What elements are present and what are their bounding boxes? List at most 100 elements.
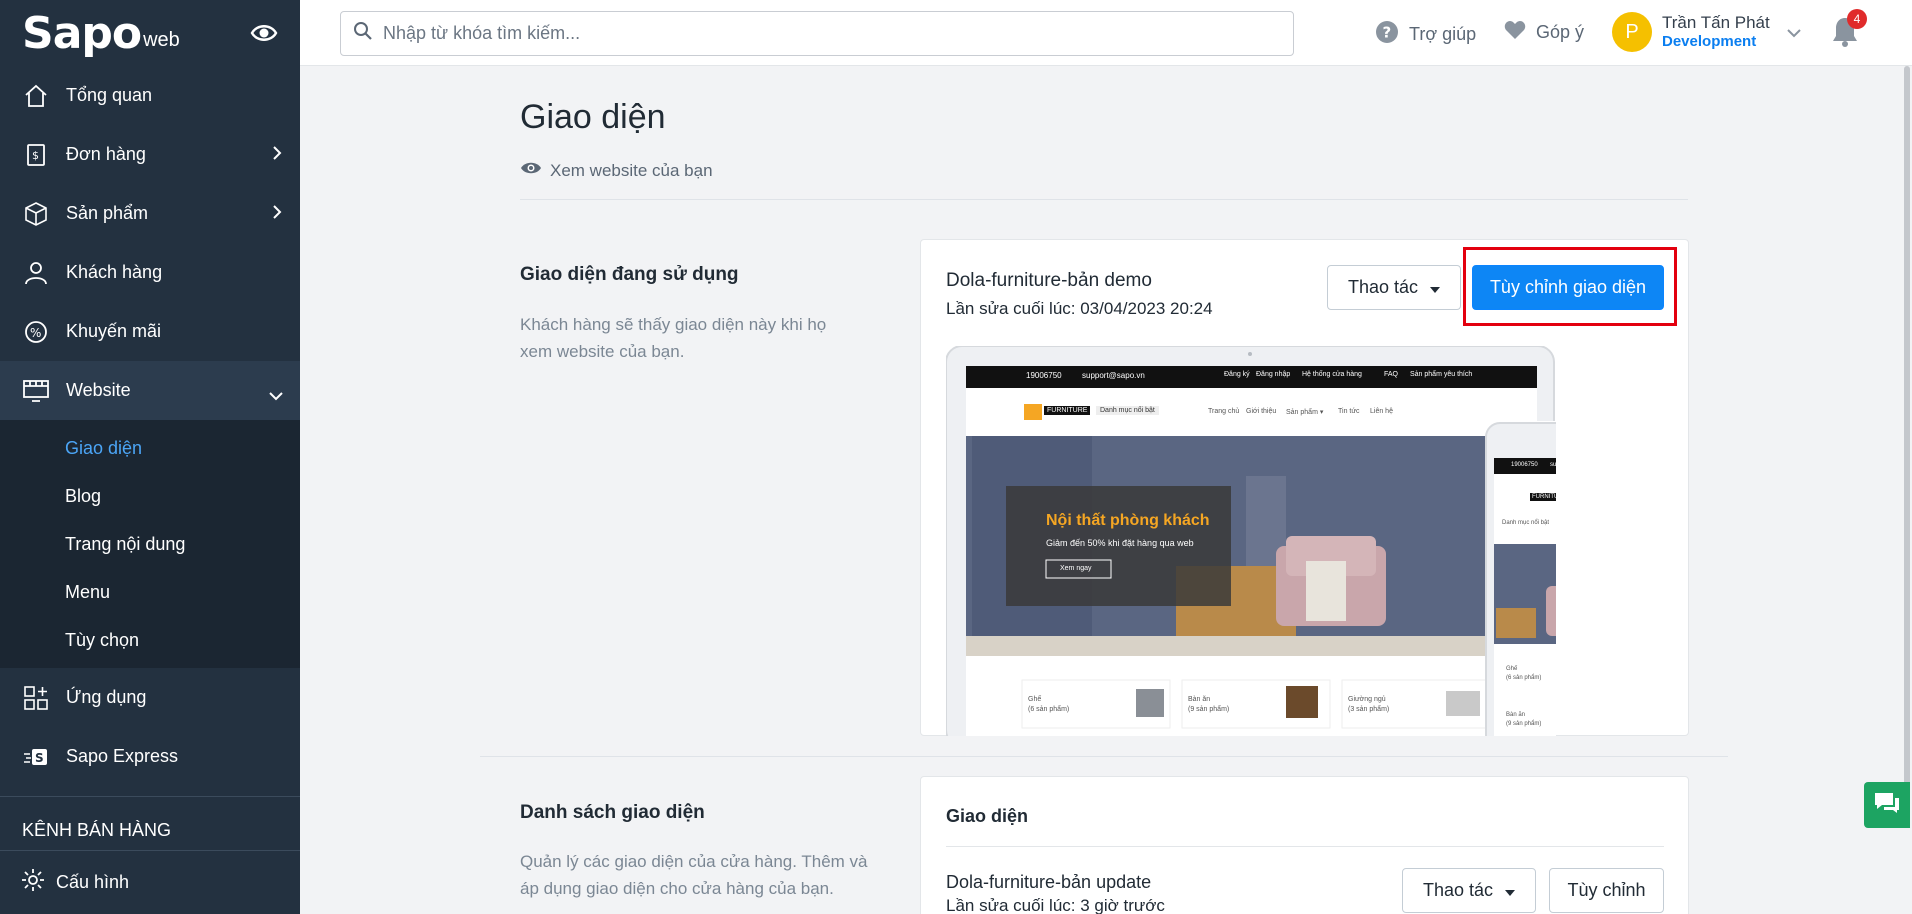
box-icon <box>22 200 50 228</box>
chat-icon <box>1873 790 1901 821</box>
preview-nav: Tin tức <box>1338 408 1360 415</box>
sidebar-item-label: Khuyến mãi <box>66 321 162 341</box>
scrollbar-thumb[interactable] <box>1904 66 1910 826</box>
preview-nav: Giới thiệu <box>1246 408 1277 415</box>
sidebar-item-orders[interactable]: $ Đơn hàng <box>0 125 300 184</box>
brand-suffix: web <box>143 28 180 51</box>
preview-link: Sản phẩm yêu thích <box>1410 371 1473 378</box>
topbar: Nhập từ khóa tìm kiếm... ? Trợ giúp Góp … <box>300 0 1912 66</box>
preview-nav: Sản phẩm ▾ <box>1286 409 1324 416</box>
current-theme-name: Dola-furniture-bản demo <box>946 270 1152 291</box>
subnav-blog[interactable]: Blog <box>0 472 300 520</box>
preview-category: Ghế <box>1028 696 1042 703</box>
preview-link: Đăng ký <box>1224 371 1250 378</box>
preview-hero-sub: Giảm đến 50% khi đặt hàng qua web <box>1046 538 1194 548</box>
current-theme-desc: Khách hàng sẽ thấy giao diện này khi họ … <box>520 315 827 361</box>
sidebar-item-products[interactable]: Sản phẩm <box>0 184 300 243</box>
preview-mobile-category: Ghế <box>1506 666 1518 672</box>
help-icon: ? <box>1375 20 1409 49</box>
preview-mobile-menu: Danh mục nổi bật <box>1502 520 1550 526</box>
caret-down-icon <box>1430 277 1441 298</box>
view-website-link[interactable]: Xem website của bạn <box>520 160 713 181</box>
sidebar-item-label: Cấu hình <box>56 872 130 892</box>
sidebar-item-label: Ứng dụng <box>66 687 147 707</box>
home-icon <box>22 82 50 110</box>
actions-label: Thao tác <box>1422 880 1494 900</box>
sapo-logo[interactable]: Sapo web <box>0 0 300 66</box>
preview-email: support@sapo.vn <box>1082 371 1145 380</box>
theme-list-customize-button[interactable]: Tùy chỉnh <box>1549 868 1664 913</box>
search-icon <box>353 21 383 46</box>
divider <box>946 846 1664 847</box>
svg-text:$: $ <box>32 149 39 162</box>
sidebar: Sapo web Tổng quan $ Đơn hàng Sản phẩm K… <box>0 0 300 914</box>
subnav-pages[interactable]: Trang nội dung <box>0 520 300 568</box>
sidebar-item-apps[interactable]: Ứng dụng <box>0 668 300 727</box>
preview-category: Bàn ăn <box>1188 696 1211 703</box>
sidebar-item-label: Đơn hàng <box>66 144 146 164</box>
order-icon: $ <box>22 141 50 169</box>
sidebar-item-sapo-express[interactable]: S Sapo Express <box>0 727 300 786</box>
gear-icon <box>20 867 46 898</box>
preview-mobile-email: support@sapo.vn <box>1550 462 1556 468</box>
sidebar-item-customers[interactable]: Khách hàng <box>0 243 300 302</box>
divider <box>520 199 1688 200</box>
preview-mobile-category-count: (9 sản phẩm) <box>1506 721 1542 727</box>
notification-badge: 4 <box>1847 9 1867 29</box>
feedback-label: Góp ý <box>1536 22 1585 42</box>
storefront-icon <box>22 377 50 405</box>
chevron-right-icon <box>272 145 282 166</box>
current-theme-title: Giao diện đang sử dụng <box>520 264 739 285</box>
theme-list-actions-dropdown[interactable]: Thao tác <box>1402 868 1536 913</box>
sidebar-item-overview[interactable]: Tổng quan <box>0 66 300 125</box>
preview-category-count: (3 sản phẩm) <box>1348 706 1390 713</box>
chevron-down-icon <box>1786 22 1802 43</box>
discount-icon: % <box>22 318 50 346</box>
sidebar-item-website[interactable]: Website <box>0 361 300 420</box>
chat-widget[interactable] <box>1864 782 1910 828</box>
preview-logo: FURNITURE <box>1044 406 1091 415</box>
theme-list-item-name: Dola-furniture-bản update <box>946 872 1152 892</box>
svg-text:?: ? <box>1383 24 1392 42</box>
current-theme-time: Lần sửa cuối lúc: 03/04/2023 20:24 <box>946 299 1213 318</box>
theme-actions-dropdown[interactable]: Thao tác <box>1327 265 1461 310</box>
sidebar-item-label: Sản phẩm <box>66 203 149 223</box>
subnav-options[interactable]: Tùy chọn <box>0 616 300 664</box>
page-title: Giao diện <box>520 98 666 136</box>
sidebar-item-settings[interactable]: Cấu hình <box>0 850 300 914</box>
svg-text:%: % <box>30 326 41 340</box>
heart-icon <box>1504 20 1536 45</box>
theme-list-card-title: Giao diện <box>946 806 1029 826</box>
user-menu[interactable]: P Trần Tấn Phát Development <box>1612 12 1802 52</box>
theme-list-desc: Quản lý các giao diện của cửa hàng. Thêm… <box>520 852 868 898</box>
search-input[interactable]: Nhập từ khóa tìm kiếm... <box>340 11 1294 56</box>
theme-list-title: Danh sách giao diện <box>520 802 705 823</box>
eye-icon <box>520 160 550 181</box>
theme-preview[interactable]: 19006750 support@sapo.vn Đăng ký Đăng nh… <box>946 346 1556 736</box>
search-placeholder: Nhập từ khóa tìm kiếm... <box>383 23 581 43</box>
feedback-link[interactable]: Góp ý <box>1504 20 1584 45</box>
user-icon <box>22 259 50 287</box>
preview-category: Giường ngủ <box>1348 696 1386 703</box>
highlight-box <box>1463 247 1677 326</box>
svg-text:S: S <box>35 751 44 765</box>
apps-icon <box>22 684 50 712</box>
divider <box>480 756 1728 757</box>
user-role: Development <box>1662 33 1757 50</box>
subnav-menu[interactable]: Menu <box>0 568 300 616</box>
sidebar-item-promotions[interactable]: % Khuyến mãi <box>0 302 300 361</box>
actions-label: Thao tác <box>1347 277 1419 297</box>
theme-list-item-time: Lần sửa cuối lúc: 3 giờ trước <box>946 896 1165 914</box>
eye-icon[interactable] <box>250 22 278 49</box>
preview-hero-button: Xem ngay <box>1060 565 1092 572</box>
preview-category-count: (9 sản phẩm) <box>1188 706 1230 713</box>
chevron-down-icon <box>268 385 284 406</box>
help-link[interactable]: ? Trợ giúp <box>1375 20 1476 49</box>
subnav-themes[interactable]: Giao diện <box>0 424 300 472</box>
preview-menu: Danh mục nổi bật <box>1096 406 1159 415</box>
preview-link: Hệ thống cửa hàng <box>1302 371 1362 378</box>
help-label: Trợ giúp <box>1409 24 1477 44</box>
preview-logo-mark <box>1024 404 1042 420</box>
preview-link: FAQ <box>1384 371 1399 378</box>
preview-nav: Trang chủ <box>1208 408 1240 415</box>
